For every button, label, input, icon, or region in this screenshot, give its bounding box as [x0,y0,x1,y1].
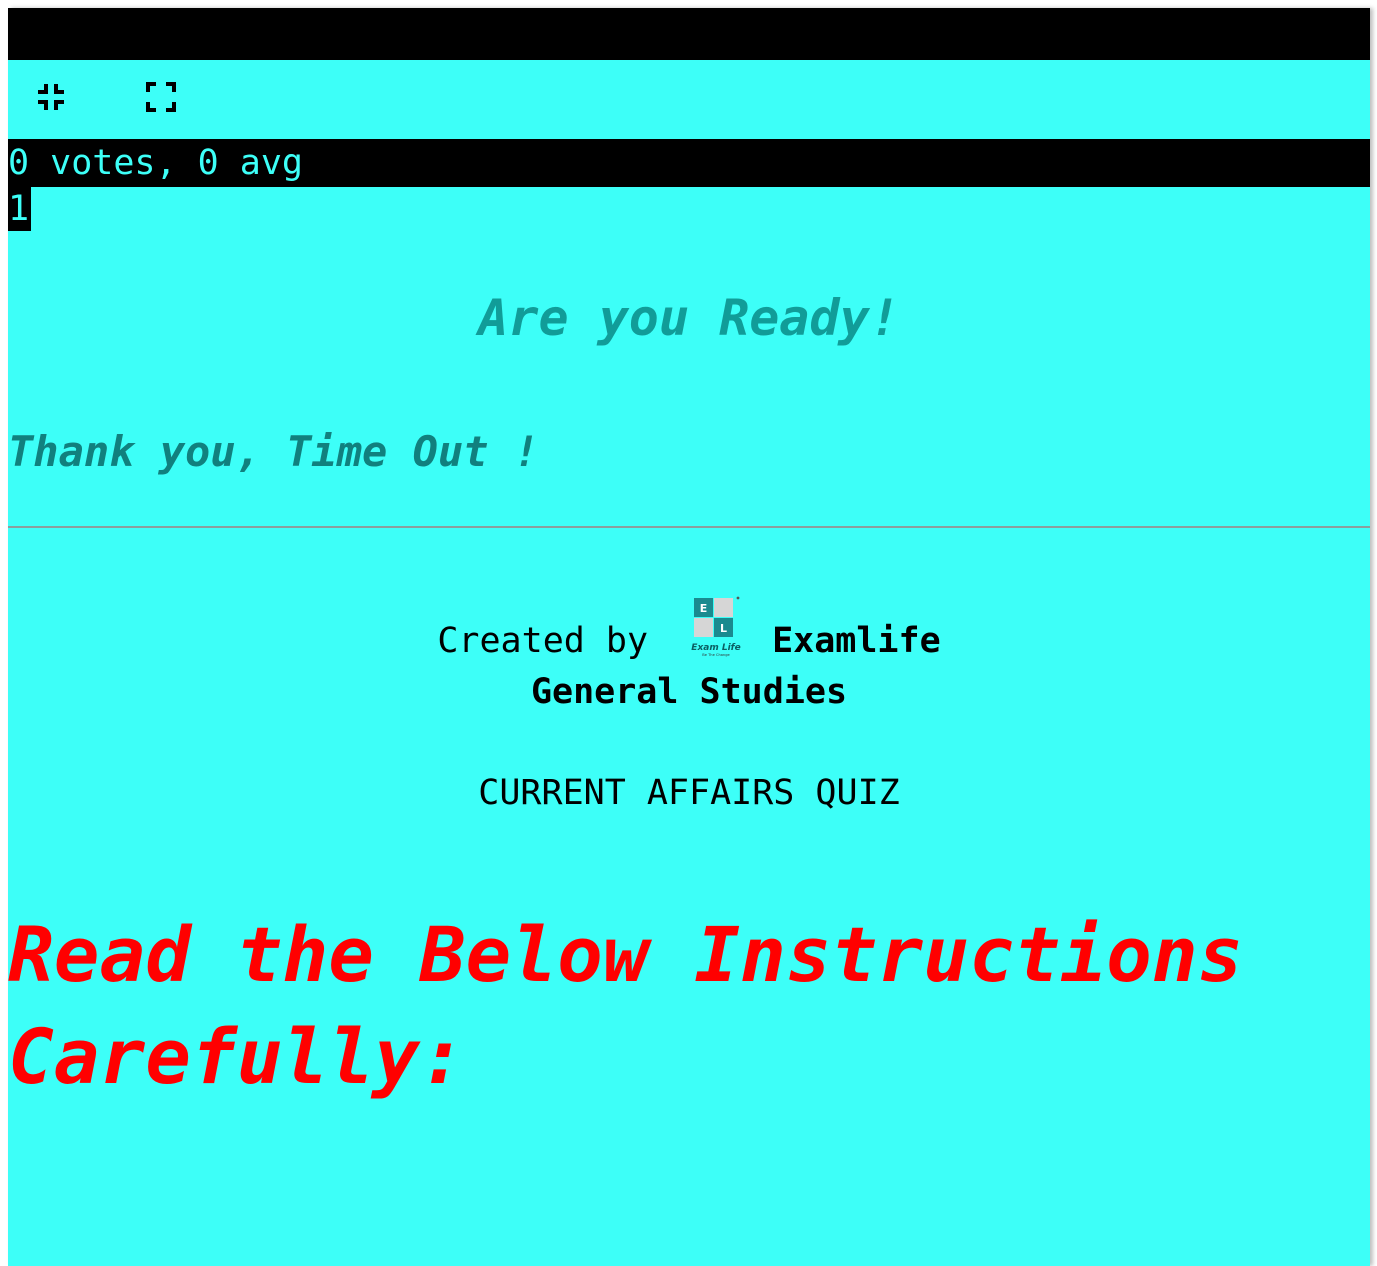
quiz-frame: 0 votes, 0 avg 1 Are you Ready! Thank yo… [8,8,1370,1266]
exit-fullscreen-icon [38,84,64,110]
creator-block: Created by E L Exam Life Be The Change E… [8,596,1370,716]
svg-text:Be The Change: Be The Change [702,653,730,657]
rating-summary: 0 votes, 0 avg [8,139,1370,187]
created-by-label: Created by [437,621,649,661]
fullscreen-button[interactable] [144,80,178,114]
top-bar [8,8,1370,60]
timeout-message: Thank you, Time Out ! [8,427,540,476]
examlife-logo: E L Exam Life Be The Change [688,596,744,666]
divider [8,526,1370,528]
quiz-category: General Studies [530,672,848,712]
creator-name: Examlife [772,621,941,661]
instructions-heading: Read the Below Instructions Carefully: [8,910,1244,1101]
question-number: 1 [8,187,32,231]
svg-text:Exam Life: Exam Life [691,643,740,653]
exit-fullscreen-button[interactable] [34,80,68,114]
svg-text:E: E [700,602,708,615]
svg-text:L: L [720,622,727,635]
ready-message: Are you Ready! [478,289,900,347]
quiz-title: CURRENT AFFAIRS QUIZ [478,773,900,813]
toolbar [8,60,1370,139]
fullscreen-icon [146,82,176,112]
